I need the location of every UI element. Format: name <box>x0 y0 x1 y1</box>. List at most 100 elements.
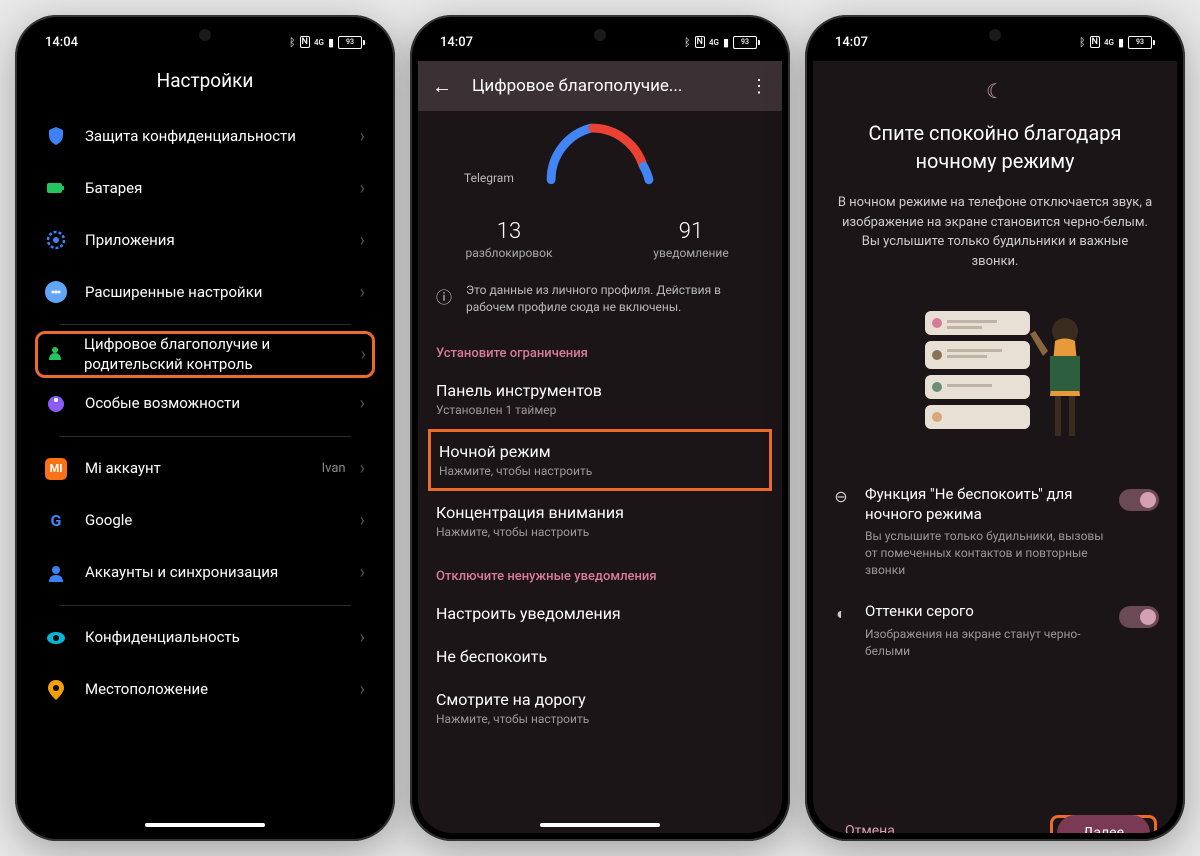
google-icon: G <box>45 510 67 532</box>
item-subtitle: Нажмите, чтобы настроить <box>436 525 764 539</box>
item-label: Mi аккаунт <box>85 458 322 478</box>
phone-2: 14:07 ᛒ N 4G ▮ 93 ← Цифровое благополучи… <box>410 15 790 841</box>
night-mode-content: ☾ Спите спокойно благодаря ночному режим… <box>813 61 1177 833</box>
usage-chart[interactable]: Telegram <box>418 111 782 199</box>
item-night-mode[interactable]: Ночной режим Нажмите, чтобы настроить <box>431 432 769 488</box>
stat-notifications[interactable]: 91 уведомление <box>600 219 782 260</box>
chevron-right-icon: › <box>360 510 365 531</box>
settings-item-accessibility[interactable]: Особые возможности › <box>41 378 369 430</box>
battery-icon: 93 <box>338 36 365 49</box>
item-label: Особые возможности <box>85 393 352 413</box>
battery-icon: 93 <box>733 36 760 49</box>
settings-item-google[interactable]: G Google › <box>41 495 369 547</box>
chevron-right-icon: › <box>360 562 365 583</box>
home-indicator[interactable] <box>145 823 265 827</box>
wellbeing-icon <box>44 343 66 365</box>
clock: 14:07 <box>440 35 473 50</box>
bluetooth-icon: ᛒ <box>1079 36 1086 49</box>
item-manage-notifications[interactable]: Настроить уведомления <box>418 592 782 635</box>
item-label: Аккаунты и синхронизация <box>85 562 352 582</box>
status-icons: ᛒ N 4G ▮ 93 <box>289 36 365 49</box>
item-subtitle: Установлен 1 таймер <box>436 403 764 417</box>
clock: 14:07 <box>835 35 868 50</box>
app-header: ← Цифровое благополучие... ⋮ <box>418 61 782 111</box>
item-label: Батарея <box>85 178 352 198</box>
divider <box>59 436 351 437</box>
signal-icon: 4G <box>1104 38 1114 47</box>
item-heads-up[interactable]: Смотрите на дорогу Нажмите, чтобы настро… <box>418 678 782 738</box>
settings-item-advanced[interactable]: Расширенные настройки › <box>41 266 369 318</box>
home-indicator[interactable] <box>540 823 660 827</box>
nfc-icon: N <box>300 36 310 48</box>
chevron-right-icon: › <box>360 178 365 199</box>
footer: Отмена Далее <box>813 797 1177 833</box>
settings-item-privacy[interactable]: Конфиденциальность › <box>41 612 369 664</box>
page-title: Настройки <box>23 61 387 110</box>
divider <box>59 605 351 606</box>
item-dashboard[interactable]: Панель инструментов Установлен 1 таймер <box>418 369 782 429</box>
camera-notch <box>594 29 606 41</box>
settings-item-apps[interactable]: Приложения › <box>41 214 369 266</box>
dots-icon <box>45 281 67 303</box>
signal-bars-icon: ▮ <box>328 36 334 49</box>
item-focus-mode[interactable]: Концентрация внимания Нажмите, чтобы нас… <box>418 491 782 551</box>
item-title: Панель инструментов <box>436 381 764 400</box>
highlight-night-mode: Ночной режим Нажмите, чтобы настроить <box>428 429 772 491</box>
settings-item-privacy-protection[interactable]: Защита конфиденциальности › <box>41 110 369 162</box>
toggle-dnd[interactable] <box>1119 489 1159 511</box>
dnd-icon: ⊖ <box>831 487 851 506</box>
toggle-grayscale[interactable] <box>1119 606 1159 628</box>
menu-icon[interactable]: ⋮ <box>750 76 768 97</box>
nfc-icon: N <box>695 36 705 48</box>
contrast-icon: ◐ <box>831 604 851 624</box>
back-icon[interactable]: ← <box>432 74 452 99</box>
settings-item-location[interactable]: Местоположение › <box>41 664 369 716</box>
chevron-right-icon: › <box>361 344 366 365</box>
signal-bars-icon: ▮ <box>1118 36 1124 49</box>
camera-notch <box>199 29 211 41</box>
signal-icon: 4G <box>314 38 324 47</box>
stat-unlocks[interactable]: 13 разблокировок <box>418 219 600 260</box>
bluetooth-icon: ᛒ <box>289 36 296 49</box>
item-title: Ночной режим <box>439 442 761 461</box>
item-title: Смотрите на дорогу <box>436 690 764 709</box>
accessibility-icon <box>45 393 67 415</box>
status-icons: ᛒ N 4G ▮ 93 <box>684 36 760 49</box>
settings-item-accounts[interactable]: Аккаунты и синхронизация › <box>41 547 369 599</box>
item-subtitle: Нажмите, чтобы настроить <box>439 464 761 478</box>
item-title: Концентрация внимания <box>436 503 764 522</box>
chevron-right-icon: › <box>360 126 365 147</box>
chevron-right-icon: › <box>360 458 365 479</box>
person-icon <box>45 562 67 584</box>
info-text: Это данные из личного профиля. Действия … <box>466 282 764 316</box>
option-dnd[interactable]: ⊖ Функция "Не беспокоить" для ночного ре… <box>831 473 1159 590</box>
settings-item-digital-wellbeing[interactable]: Цифровое благополучие и родительский кон… <box>35 331 375 378</box>
bluetooth-icon: ᛒ <box>684 36 691 49</box>
wellbeing-content: ← Цифровое благополучие... ⋮ Telegram 13 <box>418 61 782 833</box>
option-description: Вы услышите только будильники, вызовы от… <box>865 528 1105 578</box>
chevron-right-icon: › <box>360 230 365 251</box>
next-button[interactable]: Далее <box>1057 815 1150 834</box>
item-dnd[interactable]: Не беспокоить <box>418 635 782 678</box>
settings-item-battery[interactable]: Батарея › <box>41 162 369 214</box>
options: ⊖ Функция "Не беспокоить" для ночного ре… <box>813 469 1177 675</box>
clock: 14:04 <box>45 35 78 50</box>
mi-icon: MI <box>45 458 67 480</box>
chevron-right-icon: › <box>360 282 365 303</box>
hero: Спите спокойно благодаря ночному режиму … <box>813 111 1177 279</box>
item-label: Местоположение <box>85 679 352 699</box>
eye-icon <box>45 627 67 649</box>
item-label: Расширенные настройки <box>85 282 352 302</box>
phone-3: 14:07 ᛒ N 4G ▮ 93 ☾ Спите спокойно благо… <box>805 15 1185 841</box>
nfc-icon: N <box>1090 36 1100 48</box>
camera-notch <box>989 29 1001 41</box>
cancel-button[interactable]: Отмена <box>833 813 907 833</box>
settings-item-mi-account[interactable]: MI Mi аккаунт Ivan › <box>41 443 369 495</box>
option-title: Функция "Не беспокоить" для ночного режи… <box>865 485 1105 524</box>
item-label: Конфиденциальность <box>85 627 352 647</box>
highlight-next: Далее <box>1050 815 1157 834</box>
option-grayscale[interactable]: ◐ Оттенки серого Изображения на экране с… <box>831 590 1159 671</box>
stat-number: 13 <box>418 219 600 244</box>
hero-title: Спите спокойно благодаря ночному режиму <box>837 119 1153 175</box>
signal-icon: 4G <box>709 38 719 47</box>
